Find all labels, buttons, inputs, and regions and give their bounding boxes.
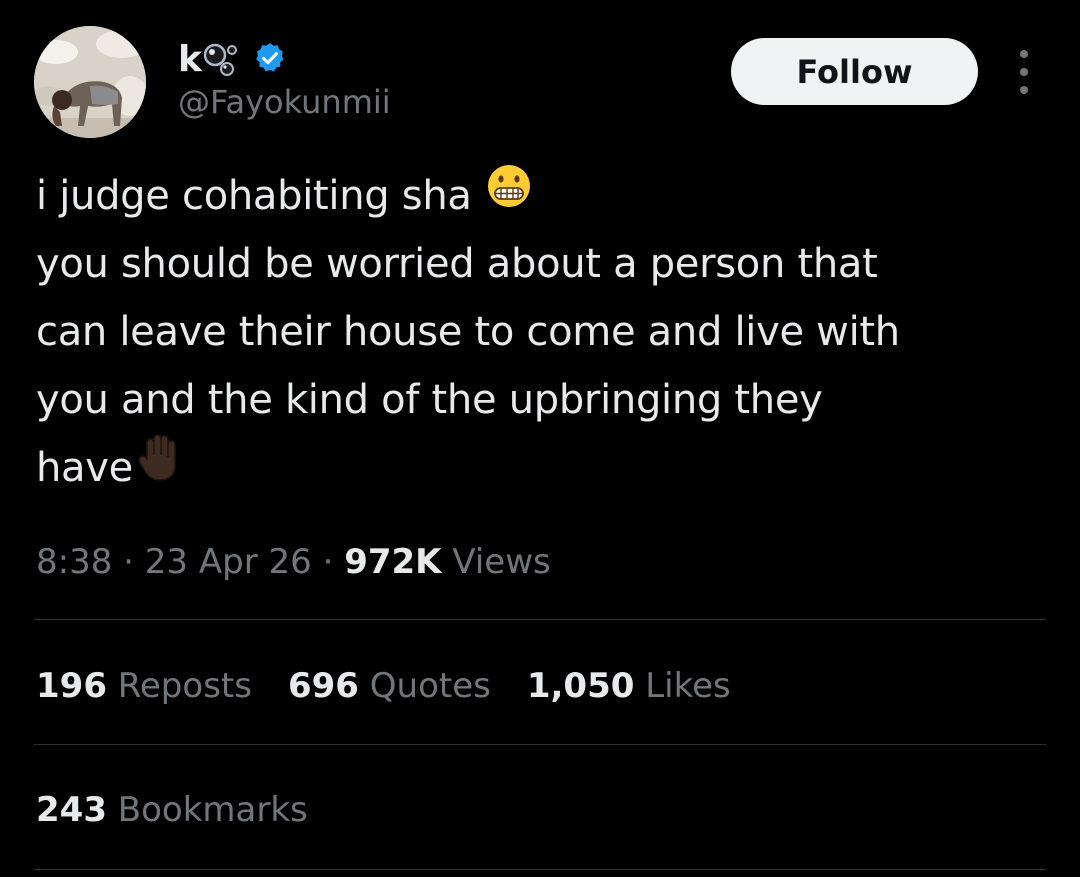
likes-count: 1,050 (526, 666, 635, 706)
follow-button[interactable]: Follow (731, 38, 978, 105)
bookmarks-stat[interactable]: 243 Bookmarks (36, 788, 308, 832)
display-name[interactable]: k (178, 42, 202, 78)
tweet-line: have (36, 433, 1056, 504)
quotes-stat[interactable]: 696 Quotes (288, 664, 491, 708)
tweet-line-text: i judge cohabiting sha (36, 173, 472, 219)
more-dot (1020, 50, 1028, 58)
engagement-stats: 196 Reposts 696 Quotes 1,050 Likes (36, 664, 767, 708)
profile-photo-image (34, 26, 146, 138)
bubbles-emoji-icon (203, 36, 243, 84)
grimacing-face-emoji-icon (486, 162, 532, 230)
likes-stat[interactable]: 1,050 Likes (527, 664, 731, 708)
tweet-date[interactable]: 23 Apr 26 (145, 542, 312, 582)
avatar[interactable] (34, 26, 146, 138)
tweet-line-text: can leave their house to come and live w… (36, 309, 900, 355)
author-handle[interactable]: @Fayokunmii (178, 86, 391, 118)
more-dots-icon[interactable] (1004, 50, 1044, 94)
likes-label: Likes (645, 666, 731, 706)
more-dot (1020, 86, 1028, 94)
author-name-row[interactable]: k (178, 38, 287, 82)
tweet-meta: 8:38 · 23 Apr 26 · 972K Views (36, 540, 551, 584)
quotes-count: 696 (287, 666, 359, 706)
tweet-line-text: you should be worried about a person tha… (36, 241, 878, 287)
meta-separator: · (123, 542, 134, 582)
tweet-time[interactable]: 8:38 (36, 542, 112, 582)
tweet-line-text: you and the kind of the upbringing they (36, 377, 823, 423)
divider (34, 744, 1046, 745)
bookmarks-label: Bookmarks (117, 790, 308, 830)
reposts-stat[interactable]: 196 Reposts (36, 664, 252, 708)
reposts-label: Reposts (117, 666, 252, 706)
raised-hand-dark-skin-emoji-icon (137, 433, 181, 504)
views-label: Views (452, 542, 551, 582)
verified-badge-icon[interactable] (253, 41, 287, 79)
divider (34, 869, 1046, 870)
reposts-count: 196 (36, 666, 107, 706)
more-dot (1020, 68, 1028, 76)
quotes-label: Quotes (369, 666, 491, 706)
meta-separator: · (322, 542, 334, 582)
tweet-line: i judge cohabiting sha (36, 162, 1056, 230)
views-count: 972K (344, 542, 442, 582)
tweet-line-text: have (36, 445, 133, 491)
divider (34, 619, 1046, 620)
tweet-line: you and the kind of the upbringing they (36, 366, 1056, 434)
tweet-line: you should be worried about a person tha… (36, 230, 1056, 298)
bookmarks-count: 243 (36, 790, 107, 830)
tweet-text: i judge cohabiting sha you should be wor… (36, 162, 1056, 502)
tweet-line: can leave their house to come and live w… (36, 298, 1056, 366)
